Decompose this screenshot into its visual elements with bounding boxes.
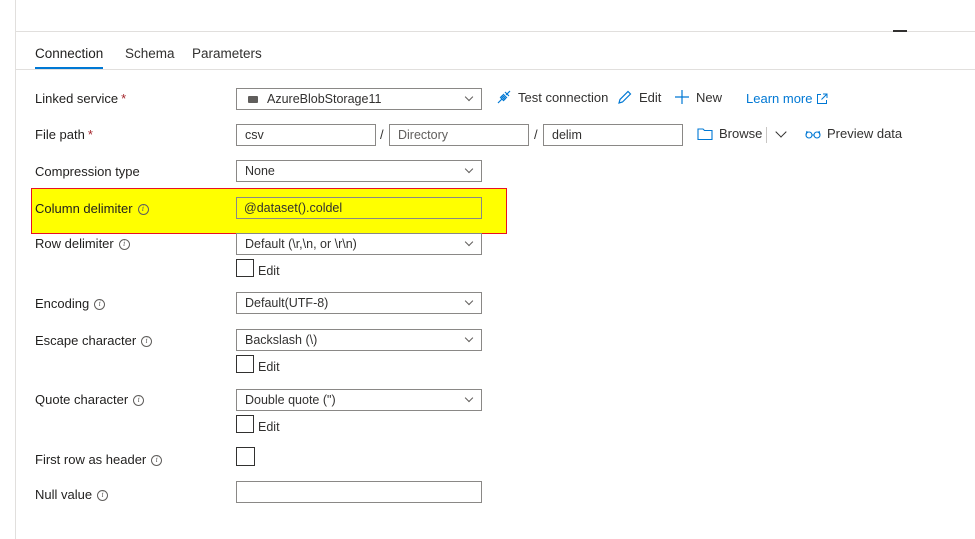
first-row-header-checkbox[interactable] xyxy=(236,447,255,466)
tab-divider xyxy=(15,69,975,70)
info-icon[interactable]: i xyxy=(137,204,149,215)
escape-character-edit-checkbox[interactable] xyxy=(236,355,254,373)
quote-character-label: Quote character i xyxy=(35,392,145,407)
browse-button[interactable]: Browse xyxy=(697,126,762,141)
chevron-down-icon[interactable] xyxy=(775,126,787,138)
row-delimiter-select[interactable]: Default (\r,\n, or \r\n) xyxy=(236,233,482,255)
plug-icon xyxy=(497,90,511,104)
tab-connection[interactable]: Connection xyxy=(35,46,103,61)
encoding-select[interactable]: Default(UTF-8) xyxy=(236,292,482,314)
compression-type-label: Compression type xyxy=(35,164,140,179)
column-delimiter-label: Column delimiter i xyxy=(35,201,149,216)
folder-icon xyxy=(697,127,713,140)
row-delimiter-edit-label: Edit xyxy=(258,264,280,278)
escape-character-edit-label: Edit xyxy=(258,360,280,374)
info-icon[interactable]: i xyxy=(141,336,153,347)
compression-type-select[interactable]: None xyxy=(236,160,482,182)
row-delimiter-label: Row delimiter i xyxy=(35,236,130,251)
preview-data-button[interactable]: Preview data xyxy=(805,126,902,141)
path-separator: / xyxy=(534,127,538,142)
linked-service-label: Linked service * xyxy=(35,91,127,106)
file-path-label: File path * xyxy=(35,127,93,142)
tab-schema[interactable]: Schema xyxy=(125,46,175,61)
encoding-label: Encoding i xyxy=(35,296,106,311)
external-link-icon xyxy=(817,93,828,104)
escape-character-select[interactable]: Backslash (\) xyxy=(236,329,482,351)
storage-icon xyxy=(248,96,258,103)
info-icon[interactable]: i xyxy=(118,239,130,250)
info-icon[interactable]: i xyxy=(97,490,109,501)
edit-linked-service-button[interactable]: Edit xyxy=(617,89,661,105)
quote-character-edit-checkbox[interactable] xyxy=(236,415,254,433)
quote-character-select[interactable]: Double quote (") xyxy=(236,389,482,411)
info-icon[interactable]: i xyxy=(94,299,106,310)
container-input[interactable]: csv xyxy=(236,124,376,146)
directory-input[interactable]: Directory xyxy=(389,124,529,146)
learn-more-link[interactable]: Learn more xyxy=(746,91,828,106)
path-separator: / xyxy=(380,127,384,142)
minimize-icon[interactable] xyxy=(893,30,907,32)
quote-character-edit-label: Edit xyxy=(258,420,280,434)
first-row-header-label: First row as header i xyxy=(35,452,163,467)
info-icon[interactable]: i xyxy=(151,455,163,466)
file-name-input[interactable]: delim xyxy=(543,124,683,146)
plus-icon xyxy=(675,90,689,104)
pencil-icon xyxy=(618,90,632,104)
null-value-input[interactable] xyxy=(236,481,482,503)
null-value-label: Null value i xyxy=(35,487,109,502)
tab-parameters[interactable]: Parameters xyxy=(192,46,262,61)
info-icon[interactable]: i xyxy=(133,395,145,406)
panel-left-border xyxy=(15,0,16,539)
panel-top-border xyxy=(15,31,975,32)
column-delimiter-input[interactable]: @dataset().coldel xyxy=(236,197,482,219)
glasses-icon xyxy=(805,130,821,139)
toolbar-divider xyxy=(766,127,767,143)
linked-service-select[interactable]: AzureBlobStorage11 xyxy=(236,88,482,110)
row-delimiter-edit-checkbox[interactable] xyxy=(236,259,254,277)
escape-character-label: Escape character i xyxy=(35,333,153,348)
test-connection-button[interactable]: Test connection xyxy=(496,89,608,105)
new-linked-service-button[interactable]: New xyxy=(674,89,722,105)
